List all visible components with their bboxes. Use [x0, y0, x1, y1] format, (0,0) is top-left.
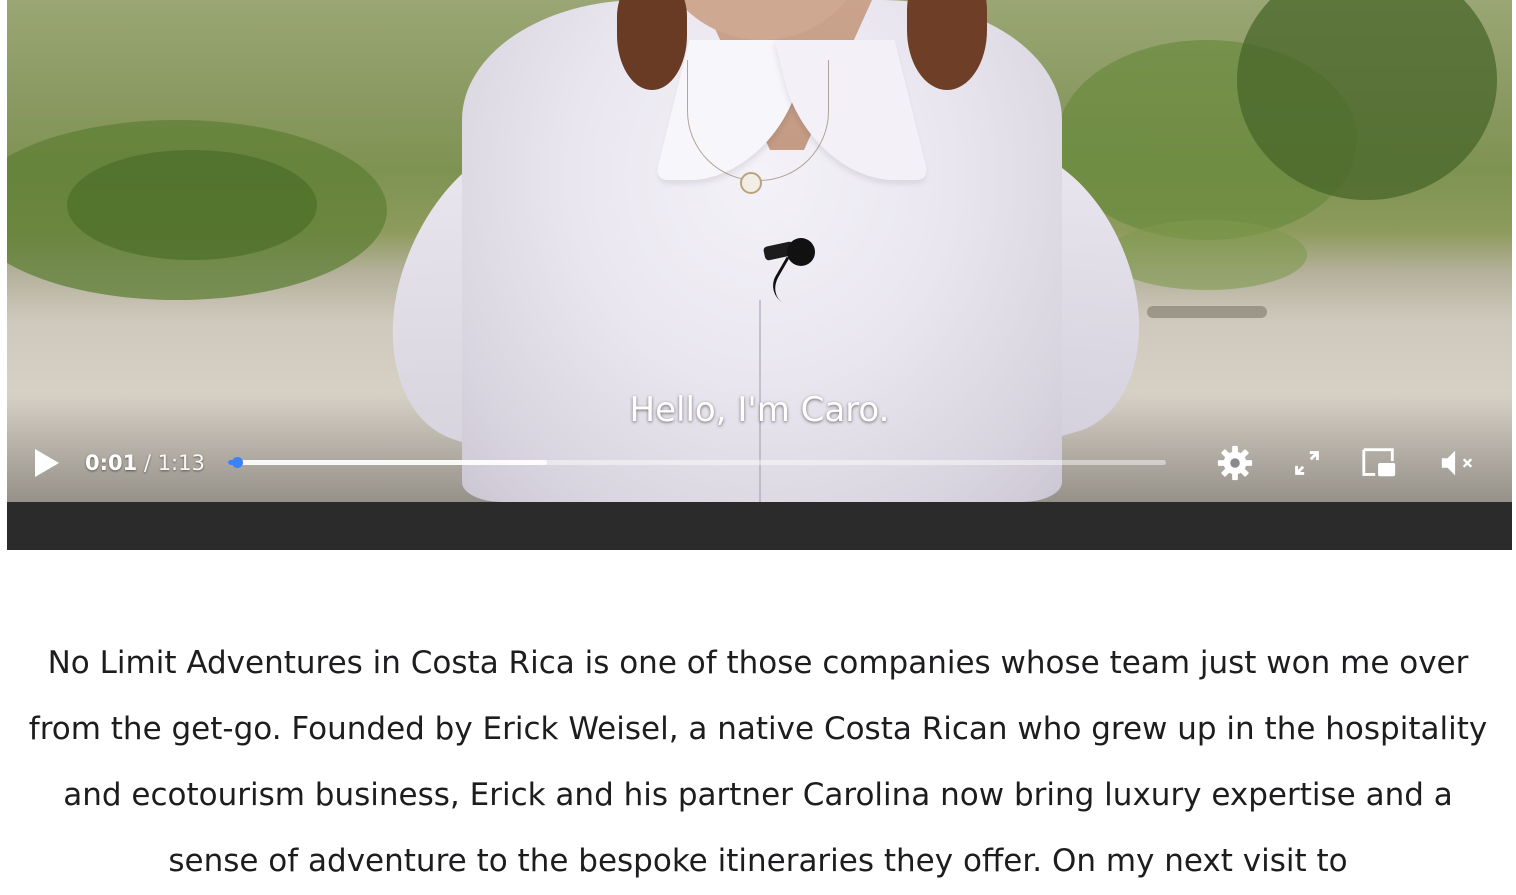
progress-buffered: [228, 460, 547, 465]
video-player[interactable]: Hello, I'm Caro. 0:01 / 1:13: [7, 0, 1512, 550]
background-foliage: [1107, 220, 1307, 290]
player-bottom-bar: [7, 502, 1512, 550]
video-controls: 0:01 / 1:13: [7, 436, 1512, 488]
time-separator: /: [143, 451, 151, 475]
video-caption: Hello, I'm Caro.: [629, 390, 890, 430]
play-icon: [35, 449, 59, 477]
video-frame[interactable]: Hello, I'm Caro. 0:01 / 1:13: [7, 0, 1512, 502]
volume-muted-icon: [1441, 450, 1473, 476]
gear-icon: [1217, 445, 1253, 481]
duration: 1:13: [157, 451, 205, 475]
necklace-pendant: [740, 172, 762, 194]
play-button[interactable]: [29, 446, 63, 480]
expand-icon: [1295, 451, 1319, 475]
mute-button[interactable]: [1437, 444, 1477, 482]
article-paragraph: No Limit Adventures in Costa Rica is one…: [28, 645, 1488, 879]
progress-bar[interactable]: [228, 457, 1166, 468]
beach-driftwood: [1147, 306, 1267, 318]
current-time: 0:01: [85, 451, 138, 475]
picture-in-picture-button[interactable]: [1359, 444, 1399, 482]
progress-handle[interactable]: [232, 457, 244, 468]
background-foliage: [67, 150, 317, 260]
time-display: 0:01 / 1:13: [85, 451, 205, 475]
picture-in-picture-icon: [1362, 448, 1396, 477]
settings-button[interactable]: [1215, 444, 1255, 482]
fullscreen-button[interactable]: [1287, 444, 1327, 482]
